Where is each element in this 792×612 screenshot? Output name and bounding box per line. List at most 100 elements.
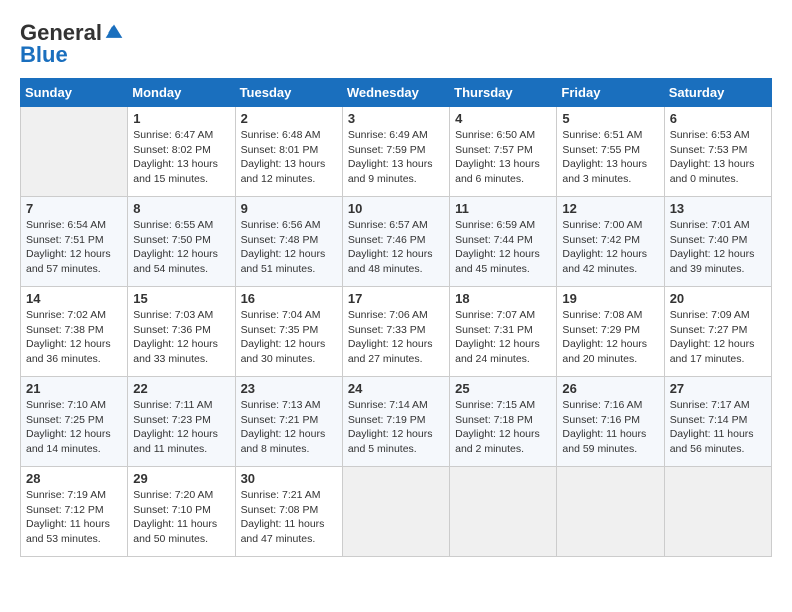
day-info: Sunrise: 7:19 AMSunset: 7:12 PMDaylight:… <box>26 488 122 547</box>
day-number: 6 <box>670 111 766 126</box>
day-number: 10 <box>348 201 444 216</box>
calendar-cell <box>557 467 664 557</box>
day-info: Sunrise: 7:04 AMSunset: 7:35 PMDaylight:… <box>241 308 337 367</box>
calendar-body: 1 Sunrise: 6:47 AMSunset: 8:02 PMDaylight… <box>21 107 772 557</box>
day-number: 1 <box>133 111 229 126</box>
header-cell-saturday: Saturday <box>664 79 771 107</box>
calendar-cell: 17 Sunrise: 7:06 AMSunset: 7:33 PMDayligh… <box>342 287 449 377</box>
calendar-header: SundayMondayTuesdayWednesdayThursdayFrid… <box>21 79 772 107</box>
day-info: Sunrise: 6:51 AMSunset: 7:55 PMDaylight:… <box>562 128 658 187</box>
calendar-cell: 12 Sunrise: 7:00 AMSunset: 7:42 PMDayligh… <box>557 197 664 287</box>
day-info: Sunrise: 6:57 AMSunset: 7:46 PMDaylight:… <box>348 218 444 277</box>
calendar-cell: 28 Sunrise: 7:19 AMSunset: 7:12 PMDayligh… <box>21 467 128 557</box>
day-info: Sunrise: 6:54 AMSunset: 7:51 PMDaylight:… <box>26 218 122 277</box>
calendar-cell: 2Sunrise: 6:48 AMSunset: 8:01 PMDaylight… <box>235 107 342 197</box>
calendar-cell: 1 Sunrise: 6:47 AMSunset: 8:02 PMDaylight… <box>128 107 235 197</box>
calendar-cell: 25Sunrise: 7:15 AMSunset: 7:18 PMDayligh… <box>450 377 557 467</box>
calendar-cell: 16 Sunrise: 7:04 AMSunset: 7:35 PMDayligh… <box>235 287 342 377</box>
logo: General Blue <box>20 20 124 68</box>
day-number: 17 <box>348 291 444 306</box>
calendar-cell: 14Sunrise: 7:02 AMSunset: 7:38 PMDayligh… <box>21 287 128 377</box>
calendar-cell: 23 Sunrise: 7:13 AMSunset: 7:21 PMDayligh… <box>235 377 342 467</box>
day-info: Sunrise: 7:11 AMSunset: 7:23 PMDaylight:… <box>133 398 229 457</box>
calendar-cell: 3 Sunrise: 6:49 AMSunset: 7:59 PMDaylight… <box>342 107 449 197</box>
day-number: 24 <box>348 381 444 396</box>
header-cell-friday: Friday <box>557 79 664 107</box>
calendar-cell: 29 Sunrise: 7:20 AMSunset: 7:10 PMDayligh… <box>128 467 235 557</box>
header-cell-monday: Monday <box>128 79 235 107</box>
day-info: Sunrise: 6:56 AMSunset: 7:48 PMDaylight:… <box>241 218 337 277</box>
day-number: 18 <box>455 291 551 306</box>
day-number: 2 <box>241 111 337 126</box>
calendar-week-0: 1 Sunrise: 6:47 AMSunset: 8:02 PMDaylight… <box>21 107 772 197</box>
day-number: 13 <box>670 201 766 216</box>
day-info: Sunrise: 7:13 AMSunset: 7:21 PMDaylight:… <box>241 398 337 457</box>
day-info: Sunrise: 6:49 AMSunset: 7:59 PMDaylight:… <box>348 128 444 187</box>
calendar-cell: 11Sunrise: 6:59 AMSunset: 7:44 PMDayligh… <box>450 197 557 287</box>
calendar-cell: 8Sunrise: 6:55 AMSunset: 7:50 PMDaylight… <box>128 197 235 287</box>
day-info: Sunrise: 7:00 AMSunset: 7:42 PMDaylight:… <box>562 218 658 277</box>
header-cell-tuesday: Tuesday <box>235 79 342 107</box>
calendar-cell: 4 Sunrise: 6:50 AMSunset: 7:57 PMDaylight… <box>450 107 557 197</box>
day-number: 20 <box>670 291 766 306</box>
day-info: Sunrise: 6:53 AMSunset: 7:53 PMDaylight:… <box>670 128 766 187</box>
day-info: Sunrise: 7:08 AMSunset: 7:29 PMDaylight:… <box>562 308 658 367</box>
calendar-table: SundayMondayTuesdayWednesdayThursdayFrid… <box>20 78 772 557</box>
calendar-cell: 13 Sunrise: 7:01 AMSunset: 7:40 PMDayligh… <box>664 197 771 287</box>
calendar-cell: 30 Sunrise: 7:21 AMSunset: 7:08 PMDayligh… <box>235 467 342 557</box>
header-cell-thursday: Thursday <box>450 79 557 107</box>
day-info: Sunrise: 7:21 AMSunset: 7:08 PMDaylight:… <box>241 488 337 547</box>
day-number: 3 <box>348 111 444 126</box>
day-info: Sunrise: 7:10 AMSunset: 7:25 PMDaylight:… <box>26 398 122 457</box>
logo-blue-text: Blue <box>20 42 68 68</box>
day-info: Sunrise: 7:20 AMSunset: 7:10 PMDaylight:… <box>133 488 229 547</box>
day-number: 28 <box>26 471 122 486</box>
day-info: Sunrise: 7:07 AMSunset: 7:31 PMDaylight:… <box>455 308 551 367</box>
calendar-week-3: 21 Sunrise: 7:10 AMSunset: 7:25 PMDayligh… <box>21 377 772 467</box>
calendar-cell: 26Sunrise: 7:16 AMSunset: 7:16 PMDayligh… <box>557 377 664 467</box>
day-number: 27 <box>670 381 766 396</box>
calendar-cell <box>664 467 771 557</box>
day-number: 19 <box>562 291 658 306</box>
logo-icon <box>104 22 124 42</box>
calendar-week-1: 7 Sunrise: 6:54 AMSunset: 7:51 PMDaylight… <box>21 197 772 287</box>
calendar-cell: 24 Sunrise: 7:14 AMSunset: 7:19 PMDayligh… <box>342 377 449 467</box>
day-info: Sunrise: 6:50 AMSunset: 7:57 PMDaylight:… <box>455 128 551 187</box>
day-number: 16 <box>241 291 337 306</box>
calendar-cell: 21 Sunrise: 7:10 AMSunset: 7:25 PMDayligh… <box>21 377 128 467</box>
calendar-cell: 5Sunrise: 6:51 AMSunset: 7:55 PMDaylight… <box>557 107 664 197</box>
header-row: SundayMondayTuesdayWednesdayThursdayFrid… <box>21 79 772 107</box>
day-info: Sunrise: 7:17 AMSunset: 7:14 PMDaylight:… <box>670 398 766 457</box>
day-number: 12 <box>562 201 658 216</box>
calendar-week-4: 28 Sunrise: 7:19 AMSunset: 7:12 PMDayligh… <box>21 467 772 557</box>
day-info: Sunrise: 7:01 AMSunset: 7:40 PMDaylight:… <box>670 218 766 277</box>
calendar-cell: 18 Sunrise: 7:07 AMSunset: 7:31 PMDayligh… <box>450 287 557 377</box>
day-number: 30 <box>241 471 337 486</box>
calendar-cell: 19 Sunrise: 7:08 AMSunset: 7:29 PMDayligh… <box>557 287 664 377</box>
day-number: 21 <box>26 381 122 396</box>
day-number: 7 <box>26 201 122 216</box>
day-number: 22 <box>133 381 229 396</box>
day-info: Sunrise: 7:02 AMSunset: 7:38 PMDaylight:… <box>26 308 122 367</box>
calendar-cell: 7 Sunrise: 6:54 AMSunset: 7:51 PMDaylight… <box>21 197 128 287</box>
calendar-cell: 15Sunrise: 7:03 AMSunset: 7:36 PMDayligh… <box>128 287 235 377</box>
calendar-cell <box>450 467 557 557</box>
day-info: Sunrise: 7:03 AMSunset: 7:36 PMDaylight:… <box>133 308 229 367</box>
day-number: 29 <box>133 471 229 486</box>
page-header: General Blue <box>20 20 772 68</box>
day-number: 8 <box>133 201 229 216</box>
day-number: 23 <box>241 381 337 396</box>
header-cell-wednesday: Wednesday <box>342 79 449 107</box>
calendar-cell: 10 Sunrise: 6:57 AMSunset: 7:46 PMDayligh… <box>342 197 449 287</box>
calendar-cell: 27 Sunrise: 7:17 AMSunset: 7:14 PMDayligh… <box>664 377 771 467</box>
calendar-week-2: 14Sunrise: 7:02 AMSunset: 7:38 PMDayligh… <box>21 287 772 377</box>
day-info: Sunrise: 6:59 AMSunset: 7:44 PMDaylight:… <box>455 218 551 277</box>
day-number: 4 <box>455 111 551 126</box>
day-info: Sunrise: 7:14 AMSunset: 7:19 PMDaylight:… <box>348 398 444 457</box>
calendar-cell: 20Sunrise: 7:09 AMSunset: 7:27 PMDayligh… <box>664 287 771 377</box>
header-cell-sunday: Sunday <box>21 79 128 107</box>
day-info: Sunrise: 7:06 AMSunset: 7:33 PMDaylight:… <box>348 308 444 367</box>
day-info: Sunrise: 6:47 AMSunset: 8:02 PMDaylight:… <box>133 128 229 187</box>
calendar-cell: 9Sunrise: 6:56 AMSunset: 7:48 PMDaylight… <box>235 197 342 287</box>
day-info: Sunrise: 7:15 AMSunset: 7:18 PMDaylight:… <box>455 398 551 457</box>
